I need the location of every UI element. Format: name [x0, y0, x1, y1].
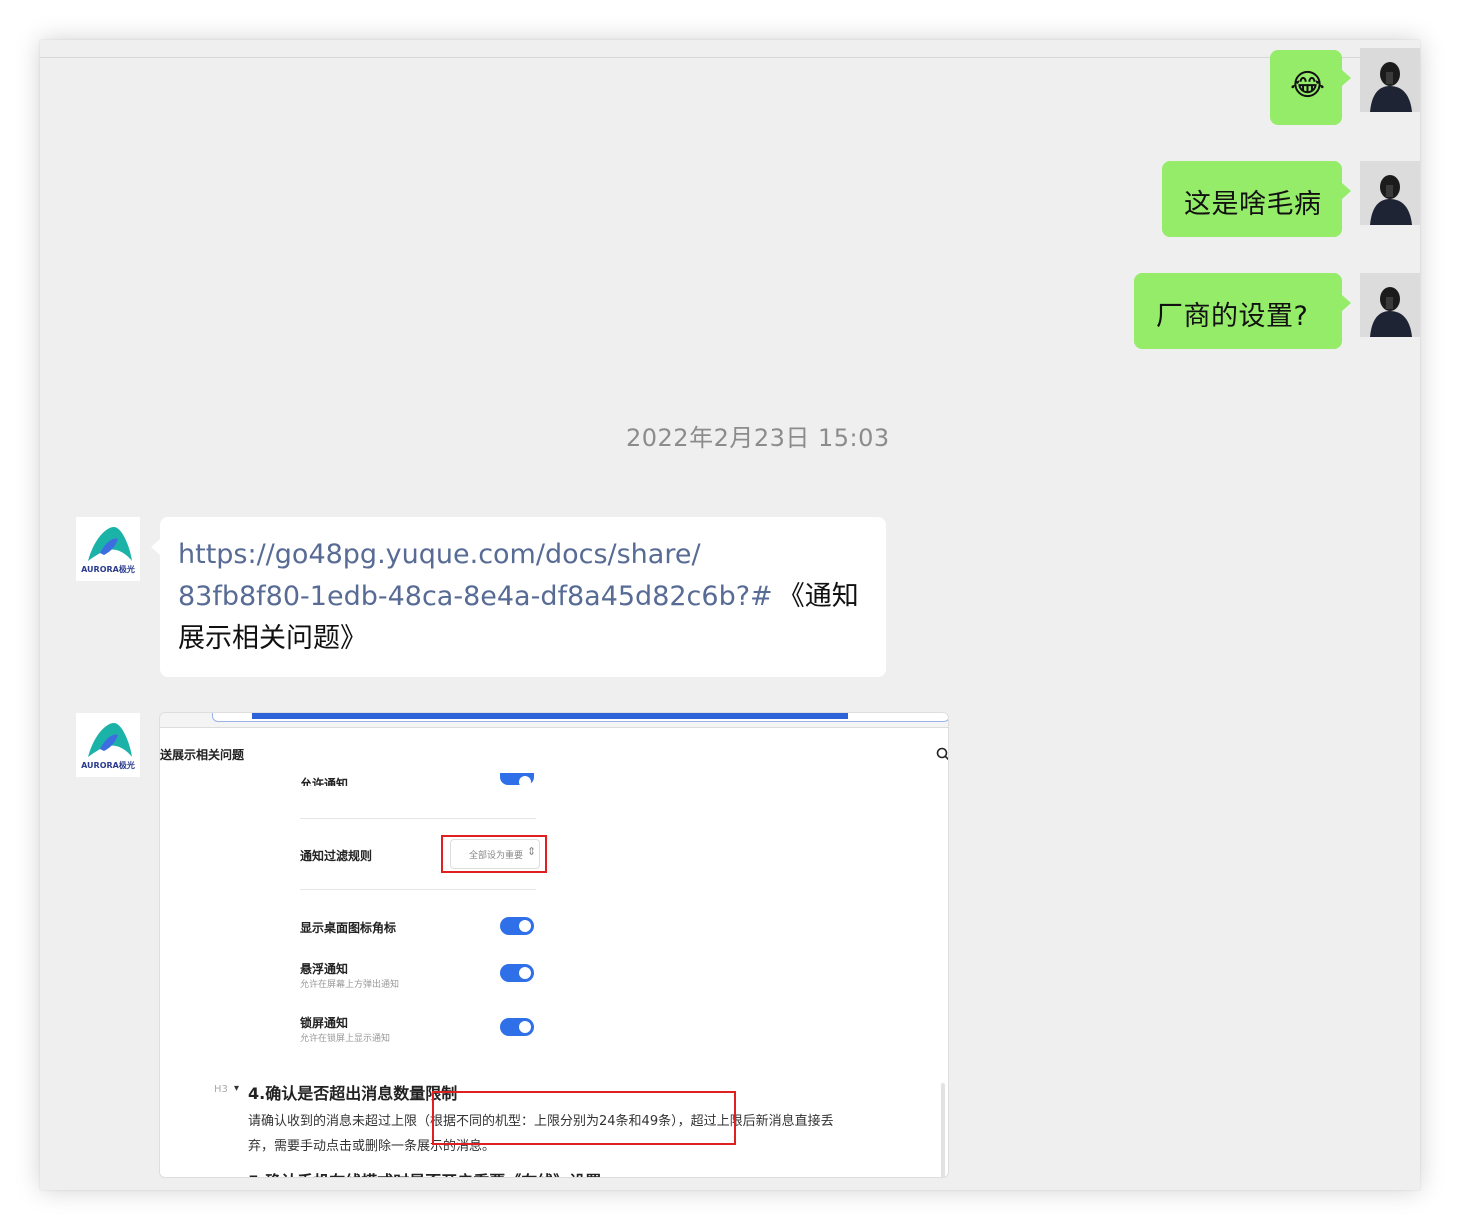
aurora-logo-icon: AURORA极光	[76, 713, 140, 777]
divider	[300, 818, 536, 819]
bubble-tail	[1342, 295, 1351, 311]
aurora-logo-icon: AURORA极光	[76, 517, 140, 581]
link-line-1[interactable]: https://go48pg.yuque.com/docs/share/	[178, 534, 878, 576]
setting-float-label: 悬浮通知	[300, 962, 349, 976]
user-photo-icon	[1360, 48, 1420, 112]
user-avatar[interactable]	[1360, 48, 1420, 112]
user-photo-icon	[1360, 161, 1420, 225]
user-photo-icon	[1360, 273, 1420, 337]
doc-title-part1: 《通知	[777, 581, 859, 612]
heading-level-marker: H3	[214, 1084, 228, 1095]
header-divider	[40, 57, 1420, 58]
section-heading: 4.确认是否超出消息数量限制	[248, 1084, 458, 1103]
float-toggle[interactable]	[500, 964, 534, 982]
outgoing-text-bubble[interactable]: 厂商的设置?	[1134, 273, 1342, 349]
message-text: 厂商的设置?	[1156, 301, 1309, 332]
badge-toggle[interactable]	[500, 917, 534, 935]
outgoing-text-bubble[interactable]: 这是啥毛病	[1162, 161, 1342, 237]
chat-window: 😂 这是啥毛病 厂商的设置? 2022年2月23日 15:03 AURORA极光…	[40, 40, 1420, 1190]
message-timestamp: 2022年2月23日 15:03	[626, 424, 890, 452]
paragraph-text: 请确认收到的消息未超过上限	[248, 1114, 418, 1129]
next-heading-cut: 5.确认手机在线模式时是否开启重要《在线》设置	[248, 1168, 601, 1177]
lock-toggle[interactable]	[500, 1018, 534, 1036]
setting-lock-desc: 允许在锁屏上显示通知	[300, 1034, 391, 1044]
setting-badge-label: 显示桌面图标角标	[300, 921, 397, 935]
aurora-avatar[interactable]: AURORA极光	[76, 713, 140, 777]
aurora-avatar[interactable]: AURORA极光	[76, 517, 140, 581]
setting-allow-label: 允许通知	[300, 777, 349, 791]
emoji-laugh-icon: 😂	[1290, 68, 1326, 103]
bubble-tail	[1342, 70, 1351, 86]
address-highlight	[252, 713, 848, 719]
aurora-logo-text: AURORA极光	[81, 564, 135, 574]
aurora-logo-text: AURORA极光	[81, 760, 135, 770]
limit-highlight-box	[432, 1091, 736, 1145]
user-avatar[interactable]	[1360, 161, 1420, 225]
bubble-tail	[1342, 183, 1351, 199]
doc-title-line: 展示相关问题》	[178, 618, 878, 660]
doc-page-title: 送展示相关问题	[160, 748, 245, 762]
setting-lock-label: 锁屏通知	[300, 1016, 349, 1030]
image-message[interactable]: 送展示相关问题 允许通知 通知过滤规则 全部设为重要 ⇕ 显示桌面图标角标 悬浮…	[159, 712, 949, 1178]
divider	[300, 889, 536, 890]
filter-highlight-box	[441, 835, 547, 873]
link-line-2[interactable]: 83fb8f80-1edb-48ca-8e4a-df8a45d82c6b?# 《…	[178, 576, 878, 618]
scrollbar[interactable]	[941, 1083, 945, 1177]
message-text: 这是啥毛病	[1184, 189, 1322, 220]
allow-toggle[interactable]	[500, 773, 534, 788]
bubble-tail	[151, 539, 160, 555]
setting-float-desc: 允许在屏幕上方弹出通知	[300, 980, 400, 990]
user-avatar[interactable]	[1360, 273, 1420, 337]
incoming-link-bubble[interactable]: https://go48pg.yuque.com/docs/share/ 83f…	[160, 517, 886, 677]
outgoing-emoji-bubble[interactable]: 😂	[1270, 50, 1342, 125]
collapse-caret-icon[interactable]: ▾	[234, 1083, 239, 1094]
doc-title-part2: 展示相关问题》	[178, 623, 367, 654]
setting-filter-label: 通知过滤规则	[300, 849, 373, 863]
search-icon	[936, 747, 948, 761]
